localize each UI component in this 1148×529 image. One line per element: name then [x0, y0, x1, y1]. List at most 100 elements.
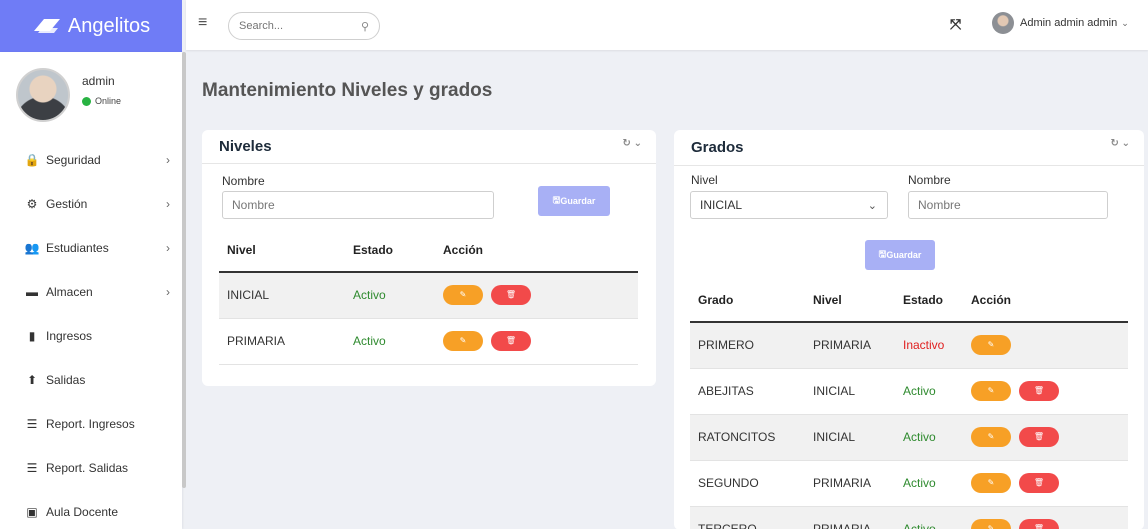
sidebar-item-salidas[interactable]: ⬆ Salidas	[0, 358, 182, 402]
sidebar-item-label: Gestión	[46, 197, 88, 211]
nivel-cell: INICIAL	[813, 430, 856, 444]
table-row: RATONCITOS INICIAL Activo ✎ 🗑	[690, 414, 1128, 460]
search-input[interactable]	[239, 20, 349, 32]
niveles-card: Niveles ↻ ⌄ Nombre Nombre 🖫 Guardar Nive…	[202, 130, 656, 386]
nivel-cell: PRIMARIA	[813, 338, 872, 353]
sidebar-item-label: Salidas	[46, 373, 86, 387]
sidebar-item-label: Almacen	[46, 285, 93, 299]
chevron-right-icon: ›	[166, 197, 170, 211]
refresh-icon[interactable]: ↻	[622, 138, 630, 149]
grado-nombre-input[interactable]: Nombre	[908, 191, 1108, 219]
user-panel: admin Online	[16, 68, 121, 122]
users-icon: 👥	[24, 241, 40, 255]
nombre-label: Nombre	[222, 174, 265, 188]
column-header: Grado	[698, 292, 734, 307]
refresh-icon[interactable]: ↻	[1110, 138, 1118, 149]
search-icon[interactable]: ⚲	[361, 20, 369, 33]
fullscreen-icon[interactable]: ⤧	[950, 16, 961, 33]
chevron-down-icon: ⌄	[867, 199, 877, 212]
chevron-down-icon[interactable]: ⌄	[634, 138, 642, 149]
chevron-right-icon: ›	[166, 285, 170, 299]
action-cell: ✎	[963, 322, 1128, 368]
save-grado-button[interactable]: 🖫 Guardar	[865, 240, 935, 270]
action-cell: ✎ 🗑	[963, 506, 1128, 529]
table-row: SEGUNDO PRIMARIA Activo ✎ 🗑	[690, 460, 1128, 506]
grado-cell: ABEJITAS	[698, 384, 754, 398]
delete-button[interactable]: 🗑	[491, 331, 531, 351]
column-header: Nivel	[813, 292, 842, 307]
nivel-cell: PRIMARIA	[813, 476, 872, 490]
chevron-down-icon[interactable]: ⌄	[1122, 138, 1130, 149]
nivel-nombre-input[interactable]: Nombre	[222, 191, 494, 219]
lock-icon: 🔒	[24, 153, 40, 167]
sidebar-item-almacen[interactable]: ▬ Almacen ›	[0, 270, 182, 314]
estado-cell: Activo	[903, 522, 936, 529]
logo-icon	[33, 19, 60, 33]
column-header: Estado	[903, 292, 944, 307]
delete-button[interactable]: 🗑	[1019, 381, 1059, 401]
chevron-down-icon: ⌄	[1121, 17, 1129, 28]
archive-icon: ▬	[26, 285, 38, 299]
grado-cell: PRIMERO	[698, 338, 755, 353]
nivel-label: Nivel	[691, 173, 718, 187]
sidebar-item-aula-docente[interactable]: ▣ Aula Docente	[0, 490, 182, 529]
online-dot-icon	[82, 96, 91, 106]
edit-button[interactable]: ✎	[443, 285, 483, 306]
delete-button[interactable]: 🗑	[1019, 473, 1059, 493]
delete-button[interactable]: 🗑	[1019, 427, 1059, 447]
action-cell: ✎ 🗑	[435, 272, 638, 318]
sidebar: admin Online 🔒 Seguridad › ⚙ Gestión › 👥…	[0, 52, 182, 529]
nivel-select[interactable]: INICIAL ⌄	[690, 191, 888, 219]
chevron-right-icon: ›	[166, 241, 170, 255]
admin-menu[interactable]: Admin admin admin ⌄	[992, 12, 1129, 34]
niveles-card-header: Niveles ↻ ⌄	[202, 130, 656, 164]
sidebar-item-seguridad[interactable]: 🔒 Seguridad ›	[0, 138, 182, 182]
edit-button[interactable]: ✎	[971, 427, 1011, 447]
column-header: Acción	[443, 242, 484, 257]
sidebar-scrollbar[interactable]	[182, 52, 186, 488]
edit-button[interactable]: ✎	[443, 331, 483, 351]
user-name: admin	[82, 74, 115, 88]
edit-button[interactable]: ✎	[971, 473, 1011, 493]
edit-button[interactable]: ✎	[971, 381, 1011, 401]
grados-card-header: Grados ↻ ⌄	[674, 130, 1144, 166]
gears-icon: ⚙	[26, 197, 38, 211]
nivel-cell: INICIAL	[813, 384, 856, 398]
column-header: Acción	[971, 292, 1012, 307]
niveles-table: Nivel Estado Acción INICIAL Activo ✎ 🗑 PR…	[219, 228, 638, 365]
sidebar-item-label: Aula Docente	[46, 505, 119, 519]
topbar: ≡ ⚲ ⤧ Admin admin admin ⌄	[186, 0, 1148, 50]
sidebar-item-label: Report. Ingresos	[46, 417, 135, 431]
admin-name: Admin admin admin	[1020, 17, 1118, 29]
table-header-row: Grado Nivel Estado Acción	[690, 278, 1128, 322]
brand-logo[interactable]: Angelitos	[0, 0, 182, 52]
list-icon: ☰	[26, 417, 38, 431]
sidebar-item-label: Ingresos	[46, 329, 93, 343]
sidebar-item-estudiantes[interactable]: 👥 Estudiantes ›	[0, 226, 182, 270]
sidebar-item-label: Estudiantes	[46, 241, 109, 255]
list-icon: ☰	[26, 461, 38, 475]
estado-cell: Activo	[903, 476, 936, 490]
card-title: Niveles	[219, 138, 272, 155]
delete-button[interactable]: 🗑	[491, 285, 531, 306]
sidebar-item-report-salidas[interactable]: ☰ Report. Salidas	[0, 446, 182, 490]
estado-cell: Activo	[353, 288, 386, 303]
edit-button[interactable]: ✎	[971, 335, 1011, 356]
grado-cell: RATONCITOS	[698, 430, 776, 444]
save-nivel-button[interactable]: 🖫 Guardar	[538, 186, 610, 216]
sidebar-item-gestion[interactable]: ⚙ Gestión ›	[0, 182, 182, 226]
delete-button[interactable]: 🗑	[1019, 519, 1059, 529]
chevron-right-icon: ›	[166, 153, 170, 167]
table-row: PRIMERO PRIMARIA Inactivo ✎	[690, 322, 1128, 368]
card-tools: ↻ ⌄	[622, 138, 642, 149]
sidebar-item-report-ingresos[interactable]: ☰ Report. Ingresos	[0, 402, 182, 446]
upload-icon: ⬆	[26, 373, 38, 387]
table-row: PRIMARIA Activo ✎ 🗑	[219, 318, 638, 364]
avatar	[16, 68, 70, 122]
estado-cell: Activo	[903, 384, 936, 398]
search-box[interactable]: ⚲	[228, 12, 380, 40]
edit-button[interactable]: ✎	[971, 519, 1011, 529]
hamburger-menu-icon[interactable]: ≡	[198, 14, 207, 32]
grado-cell: SEGUNDO	[698, 476, 759, 490]
sidebar-item-ingresos[interactable]: ▮ Ingresos	[0, 314, 182, 358]
